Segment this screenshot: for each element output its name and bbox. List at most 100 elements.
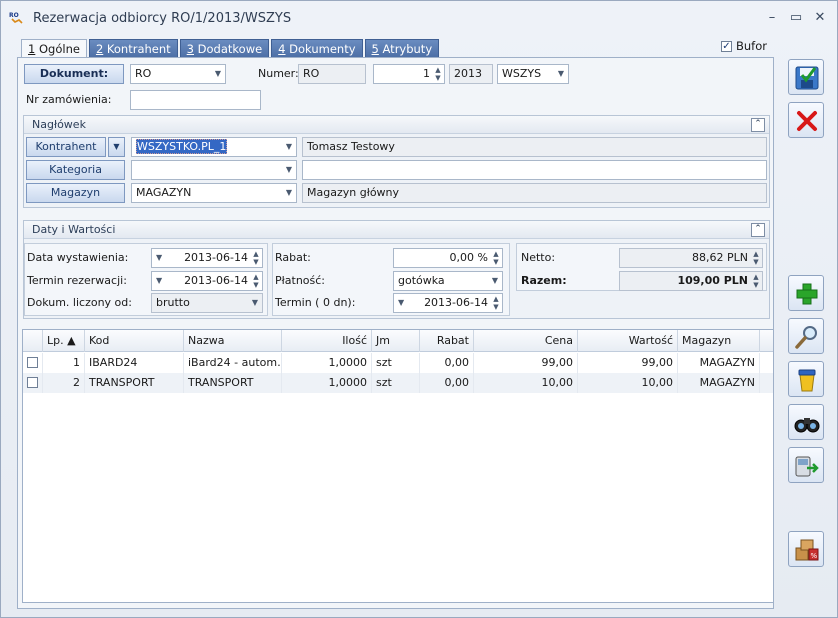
row-checkbox[interactable]: [27, 377, 38, 388]
tab-label: Kontrahent: [103, 42, 171, 56]
save-button[interactable]: [788, 59, 824, 95]
title-bar: RO Rezerwacja odbiorcy RO/1/2013/WSZYS –…: [1, 1, 837, 35]
row-select-cell[interactable]: [23, 373, 43, 393]
export-button[interactable]: [788, 447, 824, 483]
cell-ilosc: 1,0000: [282, 373, 372, 393]
naglowek-section: Nagłówek ⌃ Kontrahent ▼ WSZYSTKO.PL_1 ▼ …: [23, 115, 770, 208]
column-header-jm[interactable]: Jm: [372, 330, 420, 352]
daty-wartosci-section: Daty i Wartości ⌃ Data wystawienia: ▼ 20…: [23, 220, 770, 319]
kategoria-description-input[interactable]: [302, 160, 767, 180]
tab-atrybuty[interactable]: 5 Atrybuty: [364, 39, 440, 58]
numer-prefix: RO: [298, 64, 366, 84]
edit-button[interactable]: [788, 318, 824, 354]
totals-group: Netto: 88,62 PLN ▲ ▼ Razem: 109,00 PLN ▲ ▼: [516, 243, 767, 291]
spinner-icon[interactable]: ▲ ▼: [492, 250, 500, 266]
spinner-icon[interactable]: ▲ ▼: [252, 273, 260, 289]
cell-lp: 2: [43, 373, 85, 393]
tab-label: Dodatkowe: [194, 42, 263, 56]
kontrahent-dropdown-button[interactable]: ▼: [108, 137, 125, 157]
magazyn-value: MAGAZYN: [136, 186, 192, 199]
column-header-cena[interactable]: Cena: [474, 330, 578, 352]
magazyn-select[interactable]: MAGAZYN ▼: [131, 183, 297, 203]
tab-dodatkowe[interactable]: 3 Dodatkowe: [179, 39, 270, 58]
package-icon: %: [795, 539, 819, 561]
window: RO Rezerwacja odbiorcy RO/1/2013/WSZYS –…: [0, 0, 838, 618]
tab-label: Atrybuty: [378, 42, 433, 56]
kontrahent-button[interactable]: Kontrahent: [26, 137, 106, 157]
column-header-nazwa[interactable]: Nazwa: [184, 330, 282, 352]
column-header-wartosc[interactable]: Wartość: [578, 330, 678, 352]
minimize-button[interactable]: –: [764, 10, 780, 26]
tab-hotkey: 4: [278, 42, 286, 56]
spinner-icon[interactable]: ▲ ▼: [252, 250, 260, 266]
tab-dokumenty[interactable]: 4 Dokumenty: [271, 39, 363, 58]
select-column-header: [23, 330, 43, 352]
platnosc-select[interactable]: gotówka ▼: [393, 271, 503, 291]
column-header-lp[interactable]: Lp. ▲: [43, 330, 85, 352]
table-row[interactable]: 2 TRANSPORT TRANSPORT 1,0000 szt 0,00 10…: [23, 373, 773, 393]
termin-rezerwacji-input[interactable]: ▼ 2013-06-14 ▲ ▼: [151, 271, 263, 291]
numer-input[interactable]: 1 ▲ ▼: [373, 64, 445, 84]
add-button[interactable]: [788, 275, 824, 311]
add-icon: [796, 283, 818, 305]
data-wystawienia-value: 2013-06-14: [184, 251, 248, 264]
data-wystawienia-input[interactable]: ▼ 2013-06-14 ▲ ▼: [151, 248, 263, 268]
table-row[interactable]: 1 IBARD24 iBard24 - autom… 1,0000 szt 0,…: [23, 353, 773, 373]
maximize-button[interactable]: ▭: [788, 10, 804, 26]
cell-cena: 99,00: [474, 353, 578, 373]
bufor-toggle[interactable]: ✓ Bufor: [721, 39, 767, 53]
series-value: WSZYS: [502, 67, 542, 80]
kontrahent-code-select[interactable]: WSZYSTKO.PL_1 ▼: [131, 137, 297, 157]
row-checkbox[interactable]: [27, 357, 38, 368]
dropdown-arrow-icon: ▼: [557, 69, 564, 78]
svg-text:%: %: [811, 552, 818, 560]
tab-ogolne[interactable]: 1 Ogólne: [21, 39, 87, 59]
collapse-icon[interactable]: ⌃: [751, 118, 765, 132]
column-header-rabat[interactable]: Rabat: [420, 330, 474, 352]
cell-nazwa: iBard24 - autom…: [184, 353, 282, 373]
platnosc-value: gotówka: [398, 274, 445, 287]
collapse-icon[interactable]: ⌃: [751, 223, 765, 237]
row-select-cell[interactable]: [23, 353, 43, 373]
close-button[interactable]: ✕: [812, 10, 828, 26]
termin-input[interactable]: ▼ 2013-06-14 ▲ ▼: [393, 293, 503, 313]
svg-text:RO: RO: [9, 12, 19, 19]
numer-series-select[interactable]: WSZYS ▼: [497, 64, 569, 84]
data-wystawienia-label: Data wystawienia:: [27, 251, 129, 264]
dokument-button[interactable]: Dokument:: [24, 64, 124, 84]
kontrahent-code-value: WSZYSTKO.PL_1: [136, 139, 228, 154]
razem-label: Razem:: [521, 274, 567, 287]
netto-value: 88,62 PLN: [692, 251, 748, 264]
spinner-icon[interactable]: ▲ ▼: [434, 66, 442, 82]
column-header-magazyn[interactable]: Magazyn: [678, 330, 760, 352]
search-button[interactable]: [788, 404, 824, 440]
package-button[interactable]: %: [788, 531, 824, 567]
rabat-value: 0,00 %: [449, 251, 488, 264]
dokument-select[interactable]: RO ▼: [130, 64, 226, 84]
bufor-checkbox[interactable]: ✓: [721, 40, 732, 52]
column-header-kod[interactable]: Kod: [85, 330, 184, 352]
cancel-button[interactable]: [788, 102, 824, 138]
tab-kontrahent[interactable]: 2 Kontrahent: [88, 39, 178, 58]
tab-hotkey: 3: [186, 42, 194, 56]
document-ro-icon: RO: [9, 12, 23, 24]
termin-value: 2013-06-14: [424, 296, 488, 309]
table-header: Lp. ▲ Kod Nazwa Ilość Jm Rabat Cena Wart…: [23, 330, 773, 352]
spinner-icon[interactable]: ▲ ▼: [492, 295, 500, 311]
rabat-input[interactable]: 0,00 % ▲ ▼: [393, 248, 503, 268]
binoculars-icon: [794, 418, 820, 433]
cell-nazwa: TRANSPORT: [184, 373, 282, 393]
nr-zamowienia-input[interactable]: [130, 90, 261, 110]
cell-jm: szt: [372, 373, 420, 393]
cell-wartosc: 10,00: [578, 373, 678, 393]
dropdown-arrow-icon: ▼: [398, 298, 405, 307]
delete-button[interactable]: [788, 361, 824, 397]
naglowek-title: Nagłówek: [32, 118, 86, 131]
kategoria-select[interactable]: ▼: [131, 160, 297, 180]
magazyn-button[interactable]: Magazyn: [26, 183, 125, 203]
column-header-ilosc[interactable]: Ilość: [282, 330, 372, 352]
dropdown-arrow-icon: ▼: [491, 276, 498, 285]
dokum-liczony-select[interactable]: brutto ▼: [151, 293, 263, 313]
numer-value: 1: [423, 67, 430, 80]
kategoria-button[interactable]: Kategoria: [26, 160, 125, 180]
